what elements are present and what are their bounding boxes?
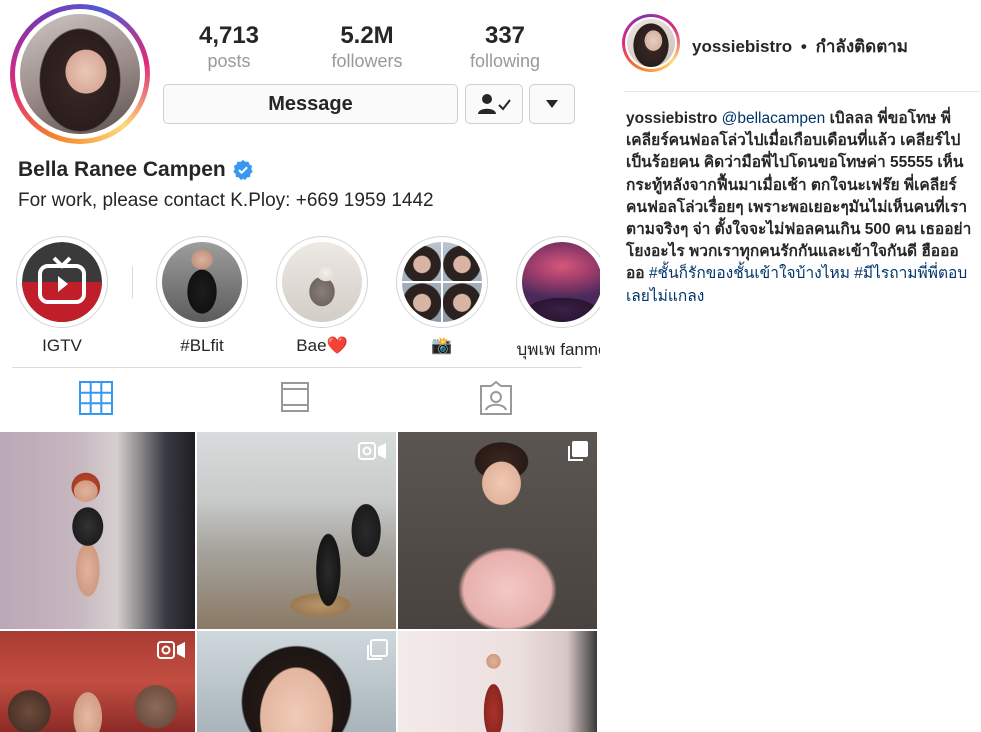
following-toggle-button[interactable] bbox=[465, 84, 523, 124]
comment-text: yossiebistro @bellacampen เบิลลล พี่ขอโท… bbox=[626, 108, 972, 308]
highlight-label: บุพเพ fanme bbox=[516, 340, 601, 359]
highlight-label: IGTV bbox=[42, 336, 82, 355]
profile-avatar[interactable] bbox=[10, 4, 150, 144]
profile-name: Bella Ranee Campen bbox=[18, 158, 226, 181]
post-thumbnail[interactable] bbox=[0, 432, 195, 629]
comment-username[interactable]: yossiebistro bbox=[626, 110, 717, 127]
posts-stat[interactable]: 4,713 posts bbox=[160, 22, 298, 72]
highlight-cover bbox=[522, 242, 600, 322]
highlight-fanmeet[interactable]: บุพเพ fanme bbox=[516, 236, 600, 363]
post-image bbox=[0, 432, 195, 629]
post-thumbnail[interactable] bbox=[398, 631, 597, 732]
tagged-user-icon bbox=[480, 380, 512, 415]
highlight-cover bbox=[162, 242, 242, 322]
post-thumbnail[interactable] bbox=[197, 432, 396, 629]
avatar-photo bbox=[627, 19, 675, 67]
following-count: 337 bbox=[484, 22, 526, 49]
story-highlights: IGTV #BLfit Bae❤️ 📸 บุพเพ fanme bbox=[16, 236, 600, 359]
tabs-divider bbox=[12, 367, 582, 368]
igtv-badge-icon bbox=[157, 641, 185, 659]
tab-igtv[interactable] bbox=[277, 380, 313, 416]
commenter-avatar[interactable] bbox=[622, 14, 680, 72]
igtv-badge-icon bbox=[358, 442, 386, 460]
post-thumbnail[interactable] bbox=[197, 631, 396, 732]
highlight-blfit[interactable]: #BLfit bbox=[156, 236, 248, 356]
following-stat[interactable]: 337 following bbox=[436, 22, 574, 72]
posts-count: 4,713 bbox=[198, 22, 260, 49]
igtv-icon bbox=[22, 242, 102, 322]
comment-header: yossiebistro • กำลังติดตาม bbox=[692, 33, 908, 60]
profile-name-row: Bella Ranee Campen bbox=[18, 158, 254, 182]
highlight-bae[interactable]: Bae❤️ bbox=[276, 236, 368, 356]
message-button[interactable]: Message bbox=[163, 84, 458, 124]
more-options-button[interactable] bbox=[529, 84, 575, 124]
post-thumbnail[interactable] bbox=[0, 631, 195, 732]
post-grid bbox=[0, 432, 600, 732]
posts-label: posts bbox=[207, 51, 251, 71]
followers-stat[interactable]: 5.2M followers bbox=[298, 22, 436, 72]
multiple-photos-icon bbox=[367, 639, 388, 660]
tab-grid[interactable] bbox=[78, 380, 114, 416]
tab-tagged[interactable] bbox=[478, 380, 514, 416]
profile-panel: 4,713 posts 5.2M followers 337 following… bbox=[0, 0, 600, 732]
profile-stats: 4,713 posts 5.2M followers 337 following bbox=[160, 22, 580, 72]
highlight-label: 📸 bbox=[431, 336, 453, 355]
post-image bbox=[398, 631, 597, 732]
multiple-photos-icon bbox=[568, 441, 588, 461]
highlight-divider bbox=[132, 266, 133, 298]
highlight-label: Bae❤️ bbox=[296, 336, 348, 355]
profile-bio: For work, please contact K.Ploy: +669 19… bbox=[18, 190, 434, 211]
hashtag-links[interactable]: #ชั้นก็รักของชั้นเข้าใจบ้างไหม #มีไรถามพ… bbox=[626, 265, 967, 304]
following-label: following bbox=[469, 51, 541, 71]
post-thumbnail[interactable] bbox=[398, 432, 597, 629]
chevron-down-icon bbox=[546, 100, 558, 108]
followers-count: 5.2M bbox=[340, 22, 394, 49]
tv-icon bbox=[281, 382, 309, 412]
grid-icon bbox=[79, 381, 113, 415]
header-divider bbox=[624, 91, 980, 92]
highlight-camera[interactable]: 📸 bbox=[396, 236, 488, 356]
header-separator: • bbox=[800, 37, 807, 56]
followers-label: followers bbox=[331, 51, 403, 71]
highlight-cover bbox=[282, 242, 362, 322]
comment-panel: yossiebistro • กำลังติดตาม yossiebistro … bbox=[612, 0, 981, 732]
follow-status[interactable]: กำลังติดตาม bbox=[816, 37, 908, 56]
highlight-cover bbox=[402, 242, 482, 322]
verified-badge-icon bbox=[233, 159, 253, 181]
user-check-icon bbox=[478, 94, 511, 114]
commenter-username[interactable]: yossiebistro bbox=[692, 37, 792, 56]
avatar-photo bbox=[20, 14, 140, 134]
mention-link[interactable]: @bellacampen bbox=[722, 110, 826, 127]
highlight-label: #BLfit bbox=[180, 336, 224, 355]
highlight-igtv[interactable]: IGTV bbox=[16, 236, 108, 356]
comment-body: เบิลลล พี่ขอโทษ พี่เคลียร์คนฟอลโล่วไปเมื… bbox=[626, 110, 972, 283]
